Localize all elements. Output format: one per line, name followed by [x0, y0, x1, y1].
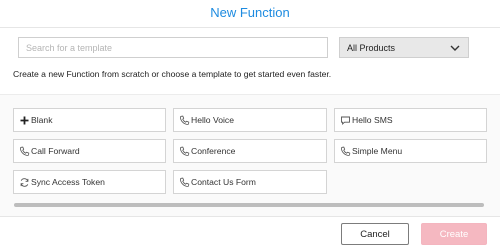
intro-text: Create a new Function from scratch or ch… [13, 69, 332, 79]
template-label: Conference [191, 146, 236, 156]
template-contact-us-form[interactable]: Contact Us Form [173, 170, 327, 194]
plus-icon [20, 116, 29, 125]
phone-icon [179, 177, 190, 187]
phone-icon [19, 146, 30, 156]
template-simple-menu[interactable]: Simple Menu [334, 139, 487, 163]
template-conference[interactable]: Conference [173, 139, 327, 163]
phone-icon [179, 115, 190, 125]
phone-icon [340, 146, 351, 156]
horizontal-scrollbar[interactable] [14, 203, 484, 207]
product-filter-select[interactable]: All Products [339, 37, 469, 58]
dialog-title: New Function [210, 5, 290, 20]
template-label: Blank [31, 115, 53, 125]
template-hello-sms[interactable]: Hello SMS [334, 108, 487, 132]
footer-divider [0, 216, 500, 217]
template-label: Call Forward [31, 146, 80, 156]
phone-icon [179, 146, 190, 156]
dialog-header: New Function [0, 0, 500, 28]
create-button[interactable]: Create [421, 223, 487, 245]
chevron-down-icon [450, 45, 460, 51]
template-label: Contact Us Form [191, 177, 256, 187]
template-label: Hello Voice [191, 115, 234, 125]
header-divider [0, 27, 500, 28]
template-blank[interactable]: Blank [13, 108, 166, 132]
template-label: Sync Access Token [31, 177, 105, 187]
template-label: Hello SMS [352, 115, 393, 125]
template-hello-voice[interactable]: Hello Voice [173, 108, 327, 132]
new-function-dialog: New Function All Products Create a new F… [0, 0, 500, 249]
sync-icon [20, 178, 29, 187]
product-filter-value: All Products [347, 42, 396, 53]
template-search-input[interactable] [18, 37, 328, 58]
chat-icon [341, 116, 350, 126]
cancel-button[interactable]: Cancel [341, 223, 409, 245]
template-call-forward[interactable]: Call Forward [13, 139, 166, 163]
template-label: Simple Menu [352, 146, 403, 156]
template-sync-access-token[interactable]: Sync Access Token [13, 170, 166, 194]
